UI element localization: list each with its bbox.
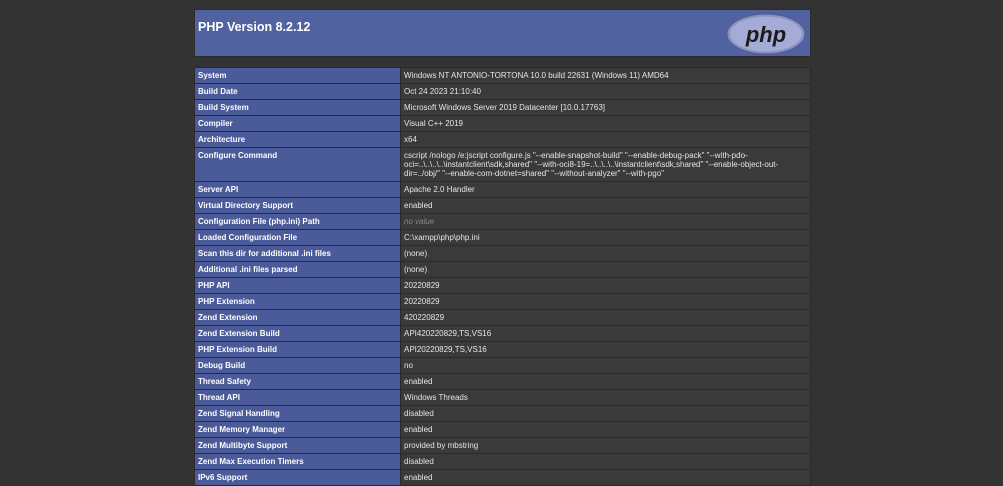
row-value: enabled bbox=[400, 469, 811, 486]
row-key: Scan this dir for additional .ini files bbox=[194, 245, 401, 262]
row-value: 20220829 bbox=[400, 293, 811, 310]
row-value: 20220829 bbox=[400, 277, 811, 294]
row-key: Architecture bbox=[194, 131, 401, 148]
row-value: no bbox=[400, 357, 811, 374]
row-key: Server API bbox=[194, 181, 401, 198]
row-value: Windows NT ANTONIO-TORTONA 10.0 build 22… bbox=[400, 67, 811, 84]
row-key: PHP Extension Build bbox=[194, 341, 401, 358]
row-value: 420220829 bbox=[400, 309, 811, 326]
row-value: x64 bbox=[400, 131, 811, 148]
row-key: Thread Safety bbox=[194, 373, 401, 390]
row-key: Build System bbox=[194, 99, 401, 116]
table-row: Loaded Configuration File C:\xampp\php\ph… bbox=[194, 229, 811, 246]
row-key: Zend Memory Manager bbox=[194, 421, 401, 438]
row-key: PHP API bbox=[194, 277, 401, 294]
row-key: Configuration File (php.ini) Path bbox=[194, 213, 401, 230]
table-row: Configure Command cscript /nologo /e:jscr… bbox=[194, 147, 811, 182]
row-value: no value bbox=[400, 213, 811, 230]
table-row: Build System Microsoft Windows Server 201… bbox=[194, 99, 811, 116]
row-key: Zend Multibyte Support bbox=[194, 437, 401, 454]
table-row: Debug Build no bbox=[194, 357, 811, 374]
row-value: enabled bbox=[400, 197, 811, 214]
table-row: Thread Safety enabled bbox=[194, 373, 811, 390]
table-row: Architecture x64 bbox=[194, 131, 811, 148]
table-row: Virtual Directory Support enabled bbox=[194, 197, 811, 214]
row-value: cscript /nologo /e:jscript configure.js … bbox=[400, 147, 811, 182]
table-row: Zend Memory Manager enabled bbox=[194, 421, 811, 438]
row-key: Build Date bbox=[194, 83, 401, 100]
table-row: Scan this dir for additional .ini files(… bbox=[194, 245, 811, 262]
row-value: enabled bbox=[400, 421, 811, 438]
row-key: Zend Signal Handling bbox=[194, 405, 401, 422]
table-row: Server API Apache 2.0 Handler bbox=[194, 181, 811, 198]
page-title: PHP Version 8.2.12 bbox=[198, 20, 311, 34]
table-row: Configuration File (php.ini) Path no valu… bbox=[194, 213, 811, 230]
row-key: Configure Command bbox=[194, 147, 401, 182]
row-key: Compiler bbox=[194, 115, 401, 132]
row-value: (none) bbox=[400, 245, 811, 262]
row-key: IPv6 Support bbox=[194, 469, 401, 486]
row-key: Loaded Configuration File bbox=[194, 229, 401, 246]
row-value: provided by mbstring bbox=[400, 437, 811, 454]
row-key: Debug Build bbox=[194, 357, 401, 374]
table-row: Compiler Visual C++ 2019 bbox=[194, 115, 811, 132]
row-value: disabled bbox=[400, 453, 811, 470]
row-value: API20220829,TS,VS16 bbox=[400, 341, 811, 358]
phpinfo-container: PHP Version 8.2.12 php System Windows NT … bbox=[194, 9, 811, 486]
table-row: Additional .ini files parsed (none) bbox=[194, 261, 811, 278]
table-row: Zend Extension Build API420220829,TS,VS16 bbox=[194, 325, 811, 342]
table-row: Build Date Oct 24 2023 21:10:40 bbox=[194, 83, 811, 100]
table-row: System Windows NT ANTONIO-TORTONA 10.0 bu… bbox=[194, 67, 811, 84]
row-value: C:\xampp\php\php.ini bbox=[400, 229, 811, 246]
table-row: PHP API 20220829 bbox=[194, 277, 811, 294]
row-key: Additional .ini files parsed bbox=[194, 261, 401, 278]
version-header: PHP Version 8.2.12 php bbox=[194, 9, 811, 57]
table-row: PHP Extension Build API20220829,TS,VS16 bbox=[194, 341, 811, 358]
table-row: Zend Extension 420220829 bbox=[194, 309, 811, 326]
row-value: (none) bbox=[400, 261, 811, 278]
row-value: Microsoft Windows Server 2019 Datacenter… bbox=[400, 99, 811, 116]
row-value: Apache 2.0 Handler bbox=[400, 181, 811, 198]
row-key: Virtual Directory Support bbox=[194, 197, 401, 214]
php-logo-text: php bbox=[745, 22, 786, 47]
table-row: Zend Signal Handling disabled bbox=[194, 405, 811, 422]
table-row: IPv6 Support enabled bbox=[194, 469, 811, 486]
table-row: Zend Max Execution Timers disabled bbox=[194, 453, 811, 470]
row-value: Visual C++ 2019 bbox=[400, 115, 811, 132]
row-value: Oct 24 2023 21:10:40 bbox=[400, 83, 811, 100]
row-key: Thread API bbox=[194, 389, 401, 406]
table-row: Zend Multibyte Support provided by mbstri… bbox=[194, 437, 811, 454]
row-key: Zend Max Execution Timers bbox=[194, 453, 401, 470]
row-value: disabled bbox=[400, 405, 811, 422]
row-key: System bbox=[194, 67, 401, 84]
row-value: enabled bbox=[400, 373, 811, 390]
row-value: Windows Threads bbox=[400, 389, 811, 406]
row-key: Zend Extension bbox=[194, 309, 401, 326]
table-row: PHP Extension 20220829 bbox=[194, 293, 811, 310]
table-row: Thread API Windows Threads bbox=[194, 389, 811, 406]
info-table: System Windows NT ANTONIO-TORTONA 10.0 bu… bbox=[194, 67, 811, 486]
row-key: PHP Extension bbox=[194, 293, 401, 310]
row-key: Zend Extension Build bbox=[194, 325, 401, 342]
php-logo-icon: php bbox=[726, 13, 806, 55]
row-value: API420220829,TS,VS16 bbox=[400, 325, 811, 342]
